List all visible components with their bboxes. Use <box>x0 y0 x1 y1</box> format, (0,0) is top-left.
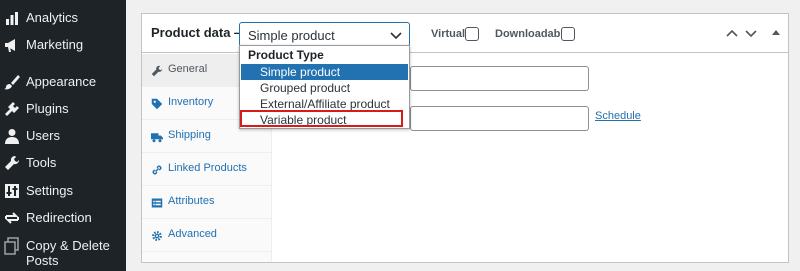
tab-label: General <box>168 63 208 75</box>
sidebar-item-redirection[interactable]: Redirection <box>0 206 126 230</box>
sidebar-item-label: Analytics <box>26 10 79 25</box>
tab-label: Inventory <box>168 96 214 108</box>
sidebar-item-label: Appearance <box>26 74 97 89</box>
sidebar-item-label: Tools <box>26 155 57 170</box>
sidebar-item-label: Users <box>26 128 60 143</box>
bar-chart-icon <box>4 10 20 26</box>
chevron-down-icon[interactable] <box>744 26 758 40</box>
tab-attributes[interactable]: Attributes <box>142 186 271 219</box>
sliders-icon <box>4 183 20 199</box>
chevron-up-icon[interactable] <box>725 26 739 40</box>
link-icon <box>151 163 163 175</box>
variable-product-highlight-box <box>240 110 403 127</box>
option-label: Grouped product <box>260 81 351 95</box>
product-type-select[interactable]: Simple product <box>239 22 410 47</box>
gear-icon <box>151 229 163 241</box>
list-icon <box>151 196 163 208</box>
tab-label: Advanced <box>168 228 217 240</box>
option-grouped-product[interactable]: Grouped product <box>241 80 408 96</box>
wrench-icon <box>151 64 163 77</box>
regular-price-input[interactable] <box>410 66 589 91</box>
sidebar-item-marketing[interactable]: Marketing <box>0 33 126 57</box>
sidebar-item-users[interactable]: Users <box>0 124 126 148</box>
tab-linked-products[interactable]: Linked Products <box>142 153 271 186</box>
sidebar-item-label: Marketing <box>26 37 84 52</box>
tab-label: Shipping <box>168 129 211 141</box>
virtual-label: Virtual: <box>431 28 469 40</box>
dropdown-group-header: Product Type <box>248 48 324 62</box>
product-type-select-value: Simple product <box>248 28 335 43</box>
user-icon <box>4 128 20 144</box>
virtual-checkbox[interactable] <box>465 27 479 41</box>
sidebar-item-label: Plugins <box>26 101 69 116</box>
truck-icon <box>151 130 163 143</box>
paintbrush-icon <box>4 74 20 90</box>
copy-icon <box>4 237 20 255</box>
schedule-link[interactable]: Schedule <box>595 110 641 122</box>
admin-sidebar: Analytics Marketing Appearance Plugins U… <box>0 0 126 271</box>
sidebar-item-copy-delete-posts[interactable]: Copy & Delete Posts <box>0 236 126 268</box>
tab-advanced[interactable]: Advanced <box>142 219 271 252</box>
collapse-toggle-icon[interactable] <box>769 26 783 40</box>
megaphone-icon <box>4 37 20 53</box>
sidebar-item-settings[interactable]: Settings <box>0 179 126 203</box>
sidebar-item-label: Copy & Delete Posts <box>26 238 110 268</box>
chevron-down-icon <box>389 28 403 42</box>
sidebar-item-tools[interactable]: Tools <box>0 151 126 175</box>
option-label: External/Affiliate product <box>260 97 390 111</box>
sidebar-item-label: Settings <box>26 183 73 198</box>
sidebar-item-analytics[interactable]: Analytics <box>0 6 126 30</box>
wrench-icon <box>4 155 20 171</box>
option-simple-product[interactable]: Simple product <box>241 64 408 80</box>
plug-icon <box>4 101 20 117</box>
option-label: Simple product <box>260 65 341 79</box>
sale-price-input[interactable] <box>410 106 589 131</box>
downloadable-checkbox[interactable] <box>561 27 575 41</box>
sidebar-item-plugins[interactable]: Plugins <box>0 97 126 121</box>
tag-icon <box>151 97 163 110</box>
tab-label: Linked Products <box>168 162 247 174</box>
redirect-icon <box>4 210 20 226</box>
sidebar-item-appearance[interactable]: Appearance <box>0 70 126 94</box>
tab-label: Attributes <box>168 195 215 207</box>
sidebar-item-label: Redirection <box>26 210 92 225</box>
product-data-title: Product data — <box>151 25 248 40</box>
